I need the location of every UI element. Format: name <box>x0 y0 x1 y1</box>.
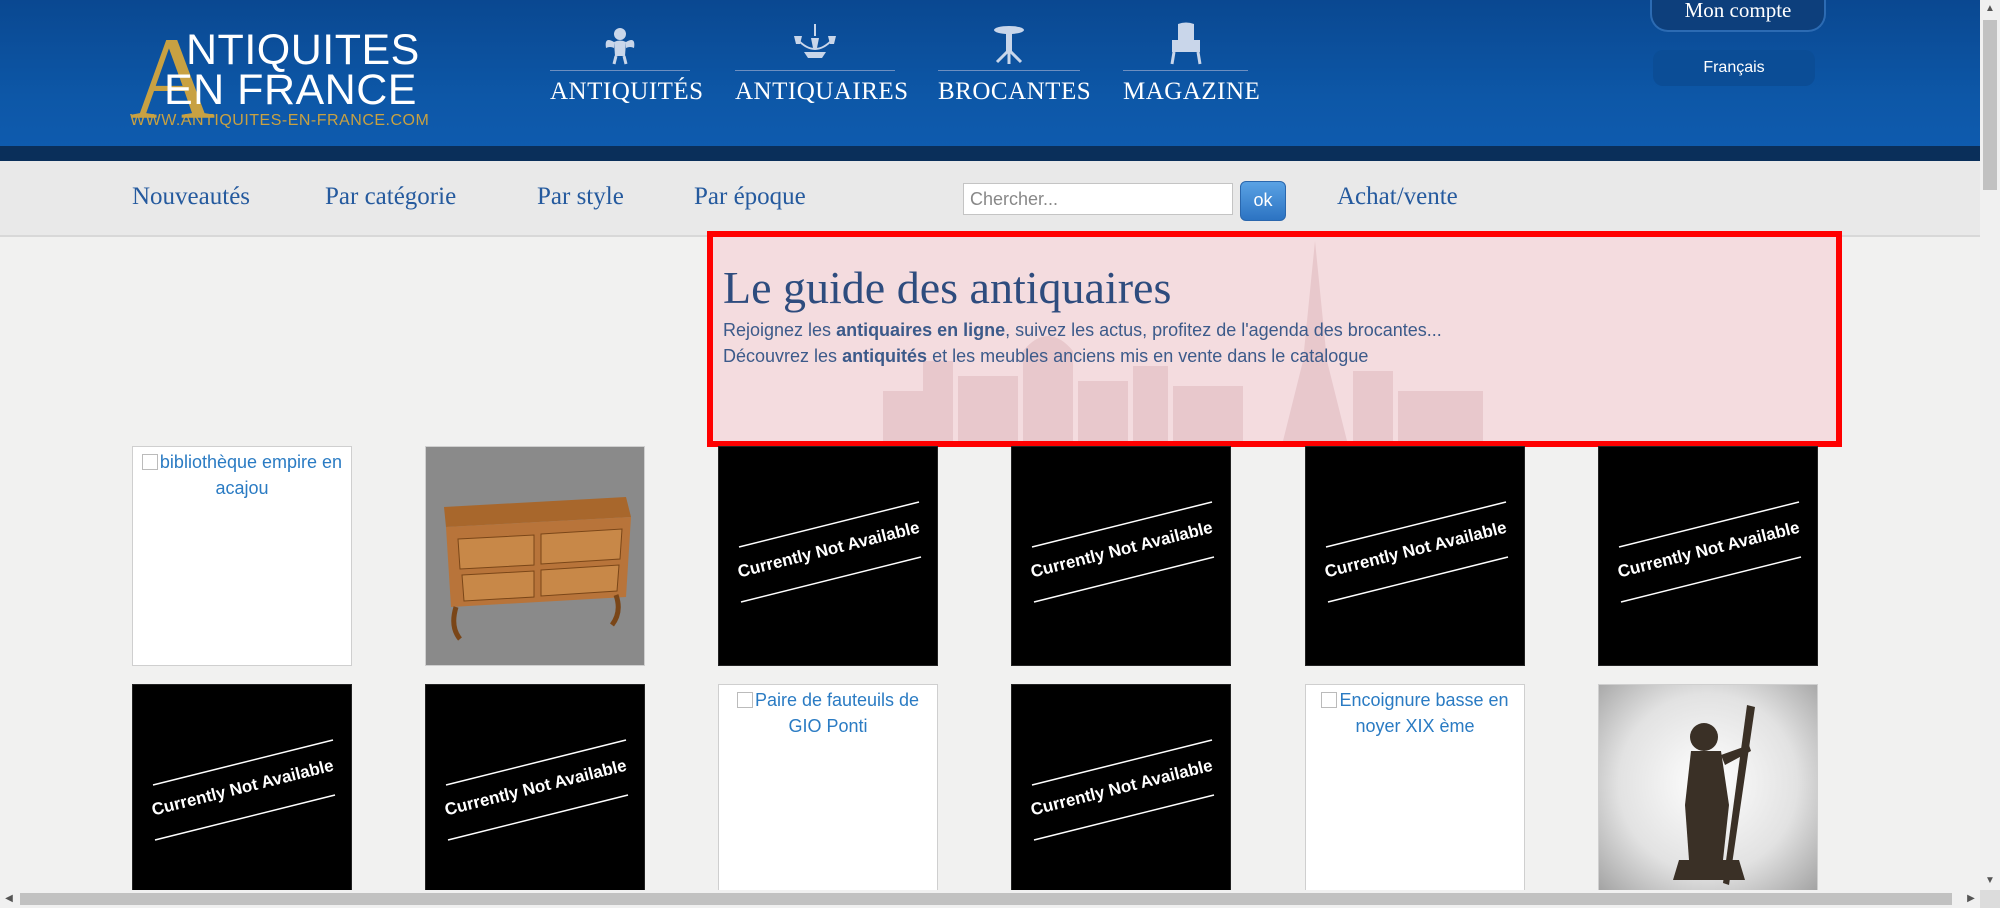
hero-line-1: Rejoignez les antiquaires en ligne, suiv… <box>723 320 1442 341</box>
scrollbar-corner <box>1980 890 2000 908</box>
broken-image-alt: Encoignure basse en noyer XIX ème <box>1306 687 1524 739</box>
product-tile[interactable]: Currently Not Available <box>1598 446 1818 666</box>
language-selector[interactable]: Français <box>1653 50 1815 86</box>
not-available-placeholder: Currently Not Available <box>1029 501 1215 603</box>
product-tile[interactable]: Currently Not Available <box>132 684 352 904</box>
my-account-button[interactable]: Mon compte <box>1650 0 1826 32</box>
not-available-placeholder: Currently Not Available <box>1029 739 1215 841</box>
product-tile[interactable]: Currently Not Available <box>1305 446 1525 666</box>
broken-image-icon <box>736 692 753 708</box>
hero-text: Découvrez les <box>723 346 843 366</box>
product-tile[interactable]: Currently Not Available <box>1011 446 1231 666</box>
nav-brocantes[interactable]: BROCANTES <box>938 22 1092 112</box>
subnav-achat-vente[interactable]: Achat/vente <box>1337 183 1458 211</box>
alt-text: Encoignure basse en noyer XIX ème <box>1339 690 1509 736</box>
scrollbar-thumb[interactable] <box>1983 20 1997 190</box>
scroll-right-arrow-icon[interactable]: ▶ <box>1962 890 1980 908</box>
nav-label: BROCANTES <box>938 78 1092 105</box>
vertical-scrollbar[interactable]: ▲ ▼ <box>1980 0 2000 890</box>
logo-line-2: EN FRANCE <box>164 66 417 114</box>
not-available-text: Currently Not Available <box>1323 518 1509 582</box>
hero-text: et les meubles anciens mis en vente dans… <box>927 346 1369 366</box>
nav-label: ANTIQUAIRES <box>735 78 909 105</box>
broken-image-alt: bibliothèque empire en acajou <box>133 449 351 501</box>
product-tile[interactable] <box>1598 684 1818 904</box>
product-tile[interactable]: bibliothèque empire en acajou <box>132 446 352 666</box>
hero-title: Le guide des antiquaires <box>723 262 1172 313</box>
scroll-down-arrow-icon[interactable]: ▼ <box>1980 872 2000 890</box>
scroll-up-arrow-icon[interactable]: ▲ <box>1980 0 2000 18</box>
not-available-placeholder: Currently Not Available <box>443 739 629 841</box>
not-available-placeholder: Currently Not Available <box>1323 501 1509 603</box>
subnav-nouveautes[interactable]: Nouveautés <box>132 183 250 211</box>
not-available-text: Currently Not Available <box>1616 518 1802 582</box>
nav-divider <box>1123 70 1248 71</box>
product-tile[interactable] <box>425 446 645 666</box>
nav-divider <box>550 70 690 71</box>
horizontal-scrollbar[interactable]: ◀ ▶ <box>0 890 1980 908</box>
nav-label: ANTIQUITÉS <box>550 78 704 105</box>
hero-line-2: Découvrez les antiquités et les meubles … <box>723 346 1368 367</box>
cherub-icon <box>605 28 635 65</box>
sub-nav: Nouveautés Par catégorie Par style Par é… <box>0 161 1980 237</box>
scrollbar-thumb[interactable] <box>20 893 1952 905</box>
hero-text: Rejoignez les <box>723 320 837 340</box>
product-tile[interactable]: Currently Not Available <box>1011 684 1231 904</box>
not-available-placeholder: Currently Not Available <box>1616 501 1802 603</box>
not-available-text: Currently Not Available <box>150 756 336 820</box>
scroll-left-arrow-icon[interactable]: ◀ <box>0 890 18 908</box>
subnav-par-categorie[interactable]: Par catégorie <box>325 183 456 211</box>
commode-icon <box>444 497 631 641</box>
not-available-text: Currently Not Available <box>443 756 629 820</box>
broken-image-alt: Paire de fauteuils de GIO Ponti <box>719 687 937 739</box>
not-available-text: Currently Not Available <box>1029 756 1215 820</box>
hero-link-antiquites[interactable]: antiquités <box>842 346 927 366</box>
chandelier-icon <box>794 24 836 58</box>
alt-text: bibliothèque empire en acajou <box>159 452 343 498</box>
alt-text: Paire de fauteuils de GIO Ponti <box>754 690 920 736</box>
table-icon <box>994 26 1024 64</box>
armchair-icon <box>1170 22 1201 65</box>
broken-image-icon <box>1321 692 1338 708</box>
hero-text: , suivez les actus, profitez de l'agenda… <box>1005 320 1442 340</box>
nav-divider <box>735 70 895 71</box>
product-tile[interactable]: Currently Not Available <box>718 446 938 666</box>
broken-image-icon <box>141 454 158 470</box>
nav-divider <box>938 70 1080 71</box>
hero-banner: Le guide des antiquaires Rejoignez les a… <box>707 231 1842 447</box>
site-logo[interactable]: A NTIQUITES EN FRANCE WWW.ANTIQUITES-EN-… <box>130 20 450 138</box>
header-band <box>0 146 1980 161</box>
logo-url: WWW.ANTIQUITES-EN-FRANCE.COM <box>130 112 430 129</box>
bronze-statue-icon <box>1673 705 1755 885</box>
product-tile[interactable]: Encoignure basse en noyer XIX ème <box>1305 684 1525 904</box>
site-header: A NTIQUITES EN FRANCE WWW.ANTIQUITES-EN-… <box>0 0 1980 161</box>
not-available-placeholder: Currently Not Available <box>150 739 336 841</box>
not-available-text: Currently Not Available <box>1029 518 1215 582</box>
nav-antiquites[interactable]: ANTIQUITÉS <box>550 22 704 112</box>
nav-antiquaires[interactable]: ANTIQUAIRES <box>735 22 909 112</box>
hero-link-antiquaires[interactable]: antiquaires en ligne <box>836 320 1005 340</box>
nav-magazine[interactable]: MAGAZINE <box>1123 22 1261 112</box>
subnav-par-epoque[interactable]: Par époque <box>694 183 806 211</box>
subnav-par-style[interactable]: Par style <box>537 183 624 211</box>
product-tile[interactable]: Currently Not Available <box>425 684 645 904</box>
nav-label: MAGAZINE <box>1123 78 1261 105</box>
product-tile[interactable]: Paire de fauteuils de GIO Ponti <box>718 684 938 904</box>
not-available-placeholder: Currently Not Available <box>736 501 922 603</box>
search-input[interactable] <box>963 183 1233 215</box>
not-available-text: Currently Not Available <box>736 518 922 582</box>
search-button[interactable]: ok <box>1240 181 1286 221</box>
